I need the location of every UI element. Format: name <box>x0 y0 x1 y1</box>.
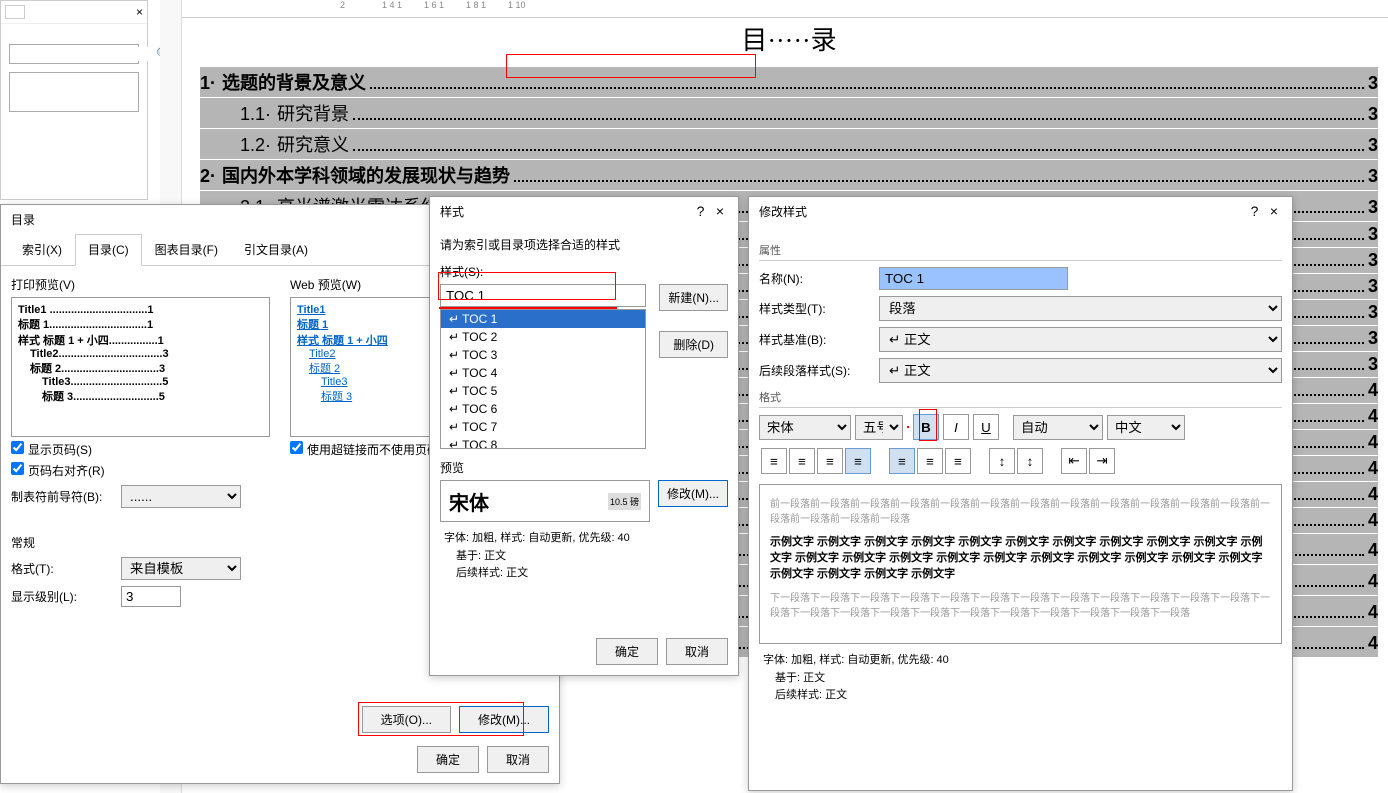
show-page-checkbox[interactable]: 显示页码(S) <box>11 443 92 457</box>
nav-list[interactable] <box>9 72 139 112</box>
mod-desc-2: 基于: 正文 <box>763 670 1278 688</box>
right-align-checkbox[interactable]: 页码右对齐(R) <box>11 464 105 478</box>
line-spacing-1-button[interactable]: ≡ <box>889 448 915 474</box>
mod-desc-3: 后续样式: 正文 <box>763 687 1278 705</box>
size-select[interactable]: 五号 <box>855 415 903 440</box>
style-list[interactable]: ↵ TOC 1↵ TOC 2↵ TOC 3↵ TOC 4↵ TOC 5↵ TOC… <box>440 309 646 449</box>
ok-button[interactable]: 确定 <box>596 638 658 665</box>
close-icon[interactable]: × <box>1266 203 1282 219</box>
type-label: 样式类型(T): <box>759 300 879 317</box>
italic-button[interactable]: I <box>943 414 969 440</box>
toc-line[interactable]: 1.2·研究意义3 <box>200 129 1378 159</box>
dialog-title: 修改样式 <box>759 203 807 220</box>
navigation-pane: × 🔍 ▾ <box>0 0 148 200</box>
search-input[interactable] <box>14 47 156 61</box>
style-dialog: 样式 ? × 请为索引或目录项选择合适的样式 样式(S): ↵ TOC 1↵ T… <box>429 196 739 676</box>
cancel-button[interactable]: 取消 <box>487 746 549 773</box>
dialog-title: 目录 <box>11 211 35 228</box>
modify-style-dialog: 修改样式 ? × 属性 名称(N): 样式类型(T): 段落 样式基准(B): … <box>748 196 1293 791</box>
delete-button[interactable]: 删除(D) <box>659 331 728 358</box>
name-label: 名称(N): <box>759 270 879 287</box>
space-before-button[interactable]: ↕ <box>989 448 1015 474</box>
tab-toc[interactable]: 目录(C) <box>75 234 142 266</box>
cancel-button[interactable]: 取消 <box>666 638 728 665</box>
align-right-button[interactable]: ≡ <box>817 448 843 474</box>
style-list-item[interactable]: ↵ TOC 1 <box>441 310 645 328</box>
style-list-item[interactable]: ↵ TOC 6 <box>441 400 645 418</box>
search-box[interactable]: 🔍 ▾ <box>9 44 139 64</box>
highlight-box <box>506 54 756 78</box>
format-label: 格式 <box>759 389 1282 408</box>
line-spacing-15-button[interactable]: ≡ <box>917 448 943 474</box>
levels-label: 显示级别(L): <box>11 588 121 605</box>
close-icon[interactable]: × <box>712 203 728 219</box>
tab-leader-select[interactable]: ...... <box>121 485 241 508</box>
format-label: 格式(T): <box>11 560 121 577</box>
type-select[interactable]: 段落 <box>879 296 1282 321</box>
underline-button[interactable]: U <box>973 414 999 440</box>
help-icon[interactable]: ? <box>693 203 709 219</box>
next-label: 后续段落样式(S): <box>759 362 879 379</box>
style-prompt: 请为索引或目录项选择合适的样式 <box>440 236 728 253</box>
new-button[interactable]: 新建(N)... <box>659 284 728 311</box>
highlight-box-4 <box>919 409 937 441</box>
style-list-item[interactable]: ↵ TOC 8 <box>441 436 645 449</box>
highlight-box-3 <box>438 272 616 300</box>
horizontal-ruler: 21 4 11 6 11 8 11 10 <box>160 0 1388 18</box>
name-input[interactable] <box>879 267 1068 290</box>
ok-button[interactable]: 确定 <box>417 746 479 773</box>
help-icon[interactable]: ? <box>1247 203 1263 219</box>
align-center-button[interactable]: ≡ <box>789 448 815 474</box>
sample-preview: 前一段落前一段落前一段落前一段落前一段落前一段落前一段落前一段落前一段落前一段落… <box>759 484 1282 644</box>
tab-figures[interactable]: 图表目录(F) <box>142 234 231 265</box>
space-after-button[interactable]: ↕ <box>1017 448 1043 474</box>
print-preview-label: 打印预览(V) <box>11 276 270 293</box>
highlight-box-2 <box>358 702 524 736</box>
align-justify-button[interactable]: ≡ <box>845 448 871 474</box>
dropdown-icon[interactable] <box>5 5 25 19</box>
style-desc-1: 字体: 加粗, 样式: 自动更新, 优先级: 40 <box>444 530 724 548</box>
toc-line[interactable]: 2·国内外本学科领域的发展现状与趋势3 <box>200 160 1378 190</box>
mod-desc-1: 字体: 加粗, 样式: 自动更新, 优先级: 40 <box>763 652 1278 670</box>
style-list-item[interactable]: ↵ TOC 7 <box>441 418 645 436</box>
tab-leader-label: 制表符前导符(B): <box>11 488 121 505</box>
font-select[interactable]: 宋体 <box>759 415 851 440</box>
style-list-item[interactable]: ↵ TOC 2 <box>441 328 645 346</box>
lang-select[interactable]: 中文 <box>1107 415 1185 440</box>
toc-line[interactable]: 1·选题的背景及意义3 <box>200 67 1378 97</box>
line-spacing-2-button[interactable]: ≡ <box>945 448 971 474</box>
style-desc-2: 基于: 正文 <box>444 548 724 566</box>
color-select[interactable]: 自动 <box>1013 415 1103 440</box>
style-list-item[interactable]: ↵ TOC 5 <box>441 382 645 400</box>
preview-size: 10.5 磅 <box>608 493 641 510</box>
indent-dec-button[interactable]: ⇤ <box>1061 448 1087 474</box>
print-preview: Title1 ................................1… <box>11 297 270 437</box>
modify-style-button[interactable]: 修改(M)... <box>658 480 728 507</box>
format-select[interactable]: 来自模板 <box>121 557 241 580</box>
indent-inc-button[interactable]: ⇥ <box>1089 448 1115 474</box>
style-desc-3: 后续样式: 正文 <box>444 565 724 583</box>
style-list-item[interactable]: ↵ TOC 4 <box>441 364 645 382</box>
tab-index[interactable]: 索引(X) <box>9 234 75 265</box>
preview-font: 宋体 <box>449 487 489 516</box>
tab-citations[interactable]: 引文目录(A) <box>231 234 321 265</box>
align-left-button[interactable]: ≡ <box>761 448 787 474</box>
toc-line[interactable]: 1.1·研究背景3 <box>200 98 1378 128</box>
dialog-title: 样式 <box>440 203 464 220</box>
levels-input[interactable] <box>121 586 181 607</box>
close-icon[interactable]: × <box>136 5 143 19</box>
properties-label: 属性 <box>759 242 1282 261</box>
toc-title: 目·····录 <box>200 20 1378 57</box>
preview-label: 预览 <box>440 459 728 476</box>
next-select[interactable]: ↵ 正文 <box>879 358 1282 383</box>
base-select[interactable]: ↵ 正文 <box>879 327 1282 352</box>
base-label: 样式基准(B): <box>759 331 879 348</box>
style-list-item[interactable]: ↵ TOC 3 <box>441 346 645 364</box>
